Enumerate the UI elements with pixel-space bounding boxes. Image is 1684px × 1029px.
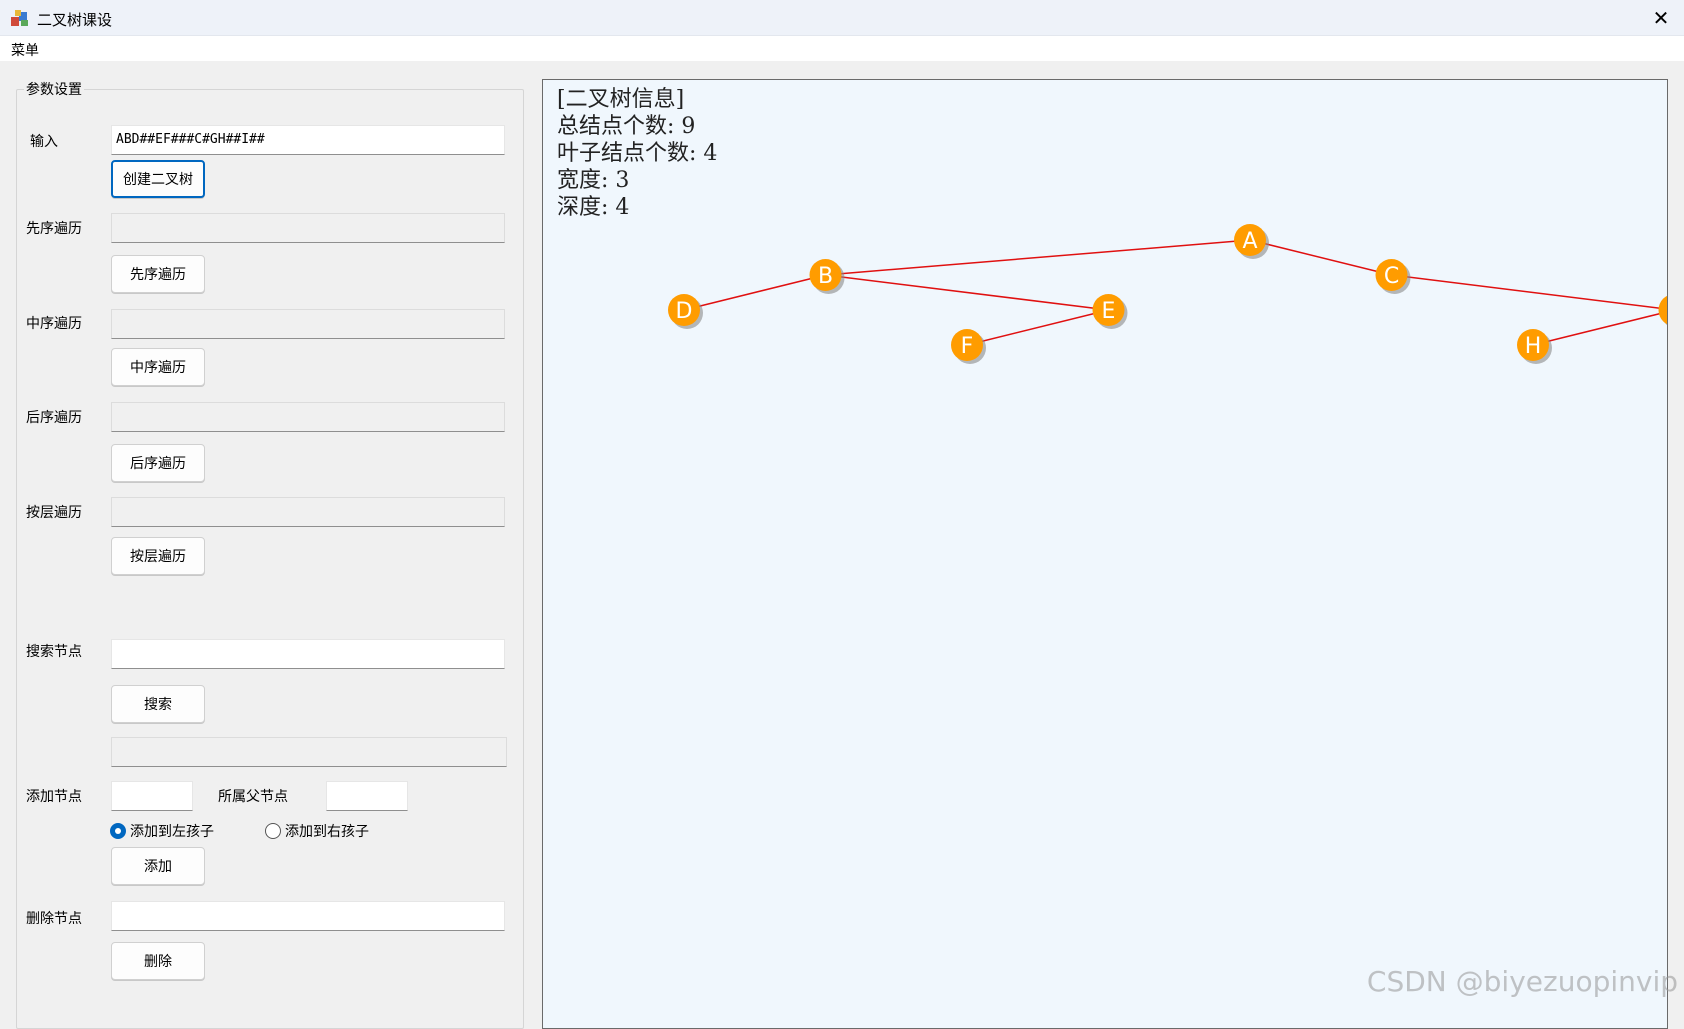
preorder-output	[111, 213, 505, 243]
tree-drawing: ABCDEGFHI	[668, 224, 1668, 364]
parent-node-input[interactable]	[326, 781, 408, 811]
tree-node-label: C	[1384, 264, 1399, 289]
inorder-output	[111, 309, 505, 339]
tree-node-label: G	[1666, 299, 1668, 324]
close-icon: ✕	[1652, 6, 1670, 30]
tree-edge	[683, 274, 826, 311]
tree-node-e: E	[1092, 294, 1128, 329]
window-title: 二叉树课设	[37, 11, 113, 29]
postorder-label: 后序遍历	[26, 410, 82, 426]
tree-node-c: C	[1375, 259, 1411, 294]
delete-node-button[interactable]: 删除	[111, 942, 205, 980]
tree-edge	[1249, 239, 1392, 276]
tree-node-g: G	[1658, 295, 1668, 326]
levelorder-label: 按层遍历	[26, 505, 82, 521]
tree-node-label: D	[676, 299, 693, 324]
radio-add-right[interactable]: 添加到右孩子	[265, 821, 369, 841]
tree-node-f: F	[951, 329, 986, 364]
radio-add-left-label: 添加到左孩子	[130, 824, 214, 840]
tree-edge	[1391, 274, 1667, 310]
search-result-output	[111, 737, 507, 767]
params-group-title: 参数设置	[24, 79, 84, 99]
add-node-input[interactable]	[111, 781, 193, 811]
app-icon	[11, 10, 28, 26]
tree-node-label: E	[1102, 299, 1116, 324]
info-total-nodes: 总结点个数: 9	[557, 114, 696, 139]
tree-node-label: H	[1525, 334, 1542, 359]
postorder-output	[111, 402, 505, 432]
search-label: 搜索节点	[26, 644, 82, 660]
postorder-button[interactable]: 后序遍历	[111, 444, 205, 482]
tree-edge	[966, 309, 1109, 346]
input-field[interactable]: ABD##EF###C#GH##I##	[111, 125, 505, 155]
watermark: CSDN @biyezuopinvip	[1366, 965, 1678, 998]
delete-node-label: 删除节点	[26, 911, 82, 927]
menu-bar: 菜单	[0, 36, 1684, 61]
add-node-button[interactable]: 添加	[111, 847, 205, 885]
info-leaf-nodes: 叶子结点个数: 4	[557, 141, 718, 166]
tree-node-label: A	[1242, 229, 1257, 254]
tree-node-label: B	[818, 264, 833, 289]
menu-item-main[interactable]: 菜单	[11, 40, 39, 60]
search-input[interactable]	[111, 639, 505, 669]
tree-info: [二叉树信息] 总结点个数: 9 叶子结点个数: 4 宽度: 3 深度: 4	[557, 86, 717, 221]
tree-canvas: ABCDEGFHI [二叉树信息] 总结点个数: 9 叶子结点个数: 4 宽度:…	[542, 79, 1668, 1029]
tree-edge	[825, 274, 1109, 311]
delete-node-input[interactable]	[111, 901, 505, 931]
preorder-button[interactable]: 先序遍历	[111, 255, 205, 293]
tree-node-h: H	[1517, 329, 1552, 364]
inorder-button[interactable]: 中序遍历	[111, 348, 205, 386]
radio-checked-icon	[110, 823, 126, 839]
add-node-label: 添加节点	[26, 789, 82, 805]
parent-node-label: 所属父节点	[218, 789, 288, 805]
info-depth: 深度: 4	[557, 195, 630, 220]
tree-node-label: F	[961, 334, 974, 359]
title-bar: 二叉树课设 ✕	[0, 0, 1684, 36]
radio-unchecked-icon	[265, 823, 281, 839]
info-width: 宽度: 3	[557, 168, 630, 193]
tree-node-b: B	[809, 259, 845, 294]
tree-node-d: D	[668, 294, 703, 329]
tree-edge	[825, 239, 1251, 276]
preorder-label: 先序遍历	[26, 221, 82, 237]
create-tree-button[interactable]: 创建二叉树	[111, 160, 205, 198]
tree-edge	[1532, 311, 1667, 346]
input-label: 输入	[30, 134, 58, 150]
app-window: 二叉树课设 ✕ 菜单 参数设置 输入 ABD##EF###C#GH##I## 创…	[0, 0, 1684, 1029]
info-header: [二叉树信息]	[557, 87, 685, 112]
tree-node-a: A	[1234, 224, 1269, 259]
levelorder-button[interactable]: 按层遍历	[111, 537, 205, 575]
search-button[interactable]: 搜索	[111, 685, 205, 723]
radio-add-right-label: 添加到右孩子	[285, 824, 369, 840]
close-button[interactable]: ✕	[1638, 0, 1684, 36]
levelorder-output	[111, 497, 505, 527]
radio-add-left[interactable]: 添加到左孩子	[110, 821, 214, 841]
inorder-label: 中序遍历	[26, 316, 82, 332]
